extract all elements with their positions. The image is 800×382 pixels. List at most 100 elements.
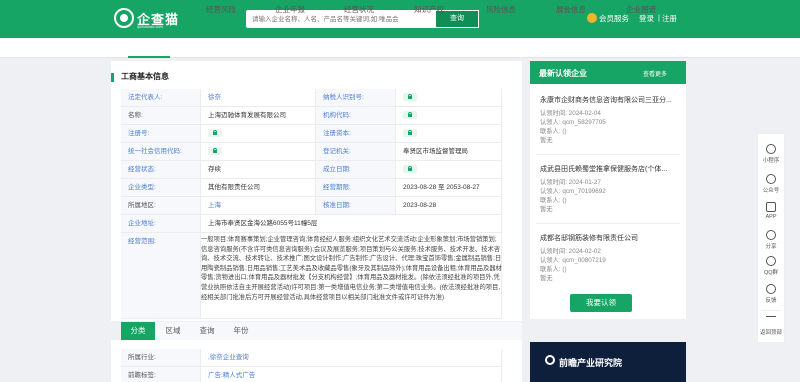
section-accent-bar (111, 73, 114, 82)
phone-icon (766, 202, 776, 212)
term-value: 2023-08-28 至 2053-08-27 (396, 179, 502, 197)
reg-capital-label: 注册资本: (316, 125, 396, 143)
claim-time: 认领时间: 2024-02-04 (540, 110, 601, 117)
share-button[interactable]: 分享 (757, 230, 785, 250)
banner-text: 前瞻产业研究院 (559, 358, 623, 368)
org-code-label: 机构代码: (316, 107, 396, 125)
mini-program-button[interactable]: 小程序 (757, 144, 785, 164)
tab-exhibition-info[interactable]: 展会信息 (556, 0, 586, 20)
feedback-button[interactable]: 反馈 (757, 284, 785, 304)
status-value: 存续 (201, 161, 316, 179)
legal-rep-label: 法定代表人: (121, 89, 201, 107)
tab-region[interactable]: 区域 (157, 322, 189, 340)
founded-label: 成立日期: (316, 161, 396, 179)
claim-button[interactable]: 我要认领 (570, 294, 632, 312)
status-label: 经营状态: (121, 161, 201, 179)
arrow-up-icon (766, 316, 776, 326)
tab-query[interactable]: 查询 (191, 322, 223, 340)
lock-icon (403, 111, 417, 120)
approval-value: 2023-08-28 (396, 197, 502, 215)
active-tab-indicator (128, 56, 170, 58)
tab-intellectual-property[interactable]: 知识产权 (414, 0, 444, 20)
name-label: 名称: (121, 107, 201, 125)
view-more-link[interactable]: 查看更多 (643, 69, 667, 78)
claim-tel: 暂无 (540, 137, 553, 144)
claimed-company-name[interactable]: 成都名邸钢筋装修有限责任公司 (540, 233, 680, 243)
tool-label: 分享 (765, 244, 777, 250)
reg-authority-label: 登记机关: (316, 143, 396, 161)
banner-logo-icon (545, 355, 555, 365)
qq-group-button[interactable]: QQ群 (757, 256, 785, 276)
reg-capital-value[interactable] (396, 125, 502, 143)
tab-basic-info[interactable]: 基本信息 (132, 0, 162, 20)
lock-icon (403, 165, 417, 174)
tool-label: 小程序 (762, 158, 780, 164)
tab-business-status[interactable]: 经营状况 (344, 0, 374, 20)
claim-time: 认领时间: 2024-01-27 (540, 179, 601, 186)
reg-no-label: 注册号: (121, 125, 201, 143)
main-nav (0, 38, 800, 58)
register-link[interactable]: 注册 (662, 13, 677, 24)
lock-icon (208, 147, 222, 156)
claim-user: 认领人: qcm_70199692 (540, 188, 606, 195)
taxpayer-id-label: 纳税人识别号: (316, 89, 396, 107)
claim-tel: 暂无 (540, 275, 553, 282)
back-to-top-button[interactable]: 返回顶部 (757, 316, 785, 336)
region-value[interactable]: 上海 (201, 197, 316, 215)
tab-risk-info[interactable]: 风险信息 (486, 0, 516, 20)
tool-label: 返回顶部 (759, 330, 782, 336)
lock-icon (403, 129, 417, 138)
app-button[interactable]: APP (757, 202, 785, 220)
wechat-icon (766, 174, 776, 184)
claim-tel: 暂无 (540, 206, 553, 213)
lock-icon (403, 93, 417, 102)
type-label: 企业类型: (121, 179, 201, 197)
org-code-value[interactable] (396, 107, 502, 125)
legal-rep-value[interactable]: 徐奈 (201, 89, 316, 107)
reg-authority-value: 奉贤区市场监督管理局 (396, 143, 502, 161)
claim-contact: 联系人: () (540, 197, 567, 204)
list-divider (536, 154, 680, 155)
claim-user: 认领人: qcm_58297705 (540, 119, 606, 126)
industry-value[interactable]: ,徐奈企业查询 (201, 349, 502, 367)
claim-contact: 联系人: () (540, 266, 567, 273)
tab-business-risk[interactable]: 经营风险 (206, 0, 236, 20)
keyword-value[interactable]: 广告;精人式广告 (201, 367, 502, 382)
claimed-panel-title: 最新认领企业 (539, 69, 587, 78)
wechat-account-button[interactable]: 公众号 (757, 174, 785, 194)
claim-user: 认领人: qcm_00807219 (540, 257, 606, 264)
claim-contact: 联系人: () (540, 128, 567, 135)
vip-service-link[interactable]: 会员服务 (599, 13, 629, 24)
tab-category[interactable]: 分类 (121, 322, 155, 340)
vip-icon (587, 13, 597, 23)
address-label: 企业地址: (121, 215, 201, 233)
tool-label: 公众号 (762, 188, 780, 194)
claimed-company-name[interactable]: 成武县田氏赖蜀堂推拿保健服务店(个体... (540, 164, 680, 174)
region-label: 所属地区: (121, 197, 201, 215)
industry-label: 所属行业: (121, 349, 201, 367)
tool-label: QQ群 (763, 270, 779, 276)
share-icon (766, 230, 776, 240)
scope-label: 经营范围: (121, 233, 201, 319)
term-label: 经营期限: (316, 179, 396, 197)
toolbar-divider (761, 310, 781, 311)
list-divider (536, 223, 680, 224)
claimed-company-name[interactable]: 永康市企财商务信息咨询有限公司三亚分... (540, 95, 680, 105)
credit-code-value[interactable] (201, 143, 316, 161)
header-separator: | (658, 13, 660, 22)
credit-code-label: 统一社会信用代码: (121, 143, 201, 161)
tool-label: APP (765, 214, 777, 220)
scope-text: 一般项目:体育赛事策划;企业管理咨询;体育经纪人服务;组织文化艺术交流活动;企业… (201, 236, 502, 301)
tab-annual-report[interactable]: 企业年报 (275, 0, 305, 20)
section-title: 工商基本信息 (121, 72, 169, 81)
tab-company-graph[interactable]: 企业图谱 (626, 0, 656, 20)
founded-value[interactable] (396, 161, 502, 179)
taxpayer-id-value[interactable] (396, 89, 502, 107)
mini-program-icon (766, 144, 776, 154)
reg-no-value[interactable] (201, 125, 316, 143)
lock-icon (208, 129, 222, 138)
tab-year[interactable]: 年份 (225, 322, 257, 340)
company-name-value: 上海迈驰体育发展有限公司 (201, 107, 316, 125)
logo-subtitle: qichamao.com (137, 24, 164, 29)
claim-time: 认领时间: 2024-02-02 (540, 248, 601, 255)
